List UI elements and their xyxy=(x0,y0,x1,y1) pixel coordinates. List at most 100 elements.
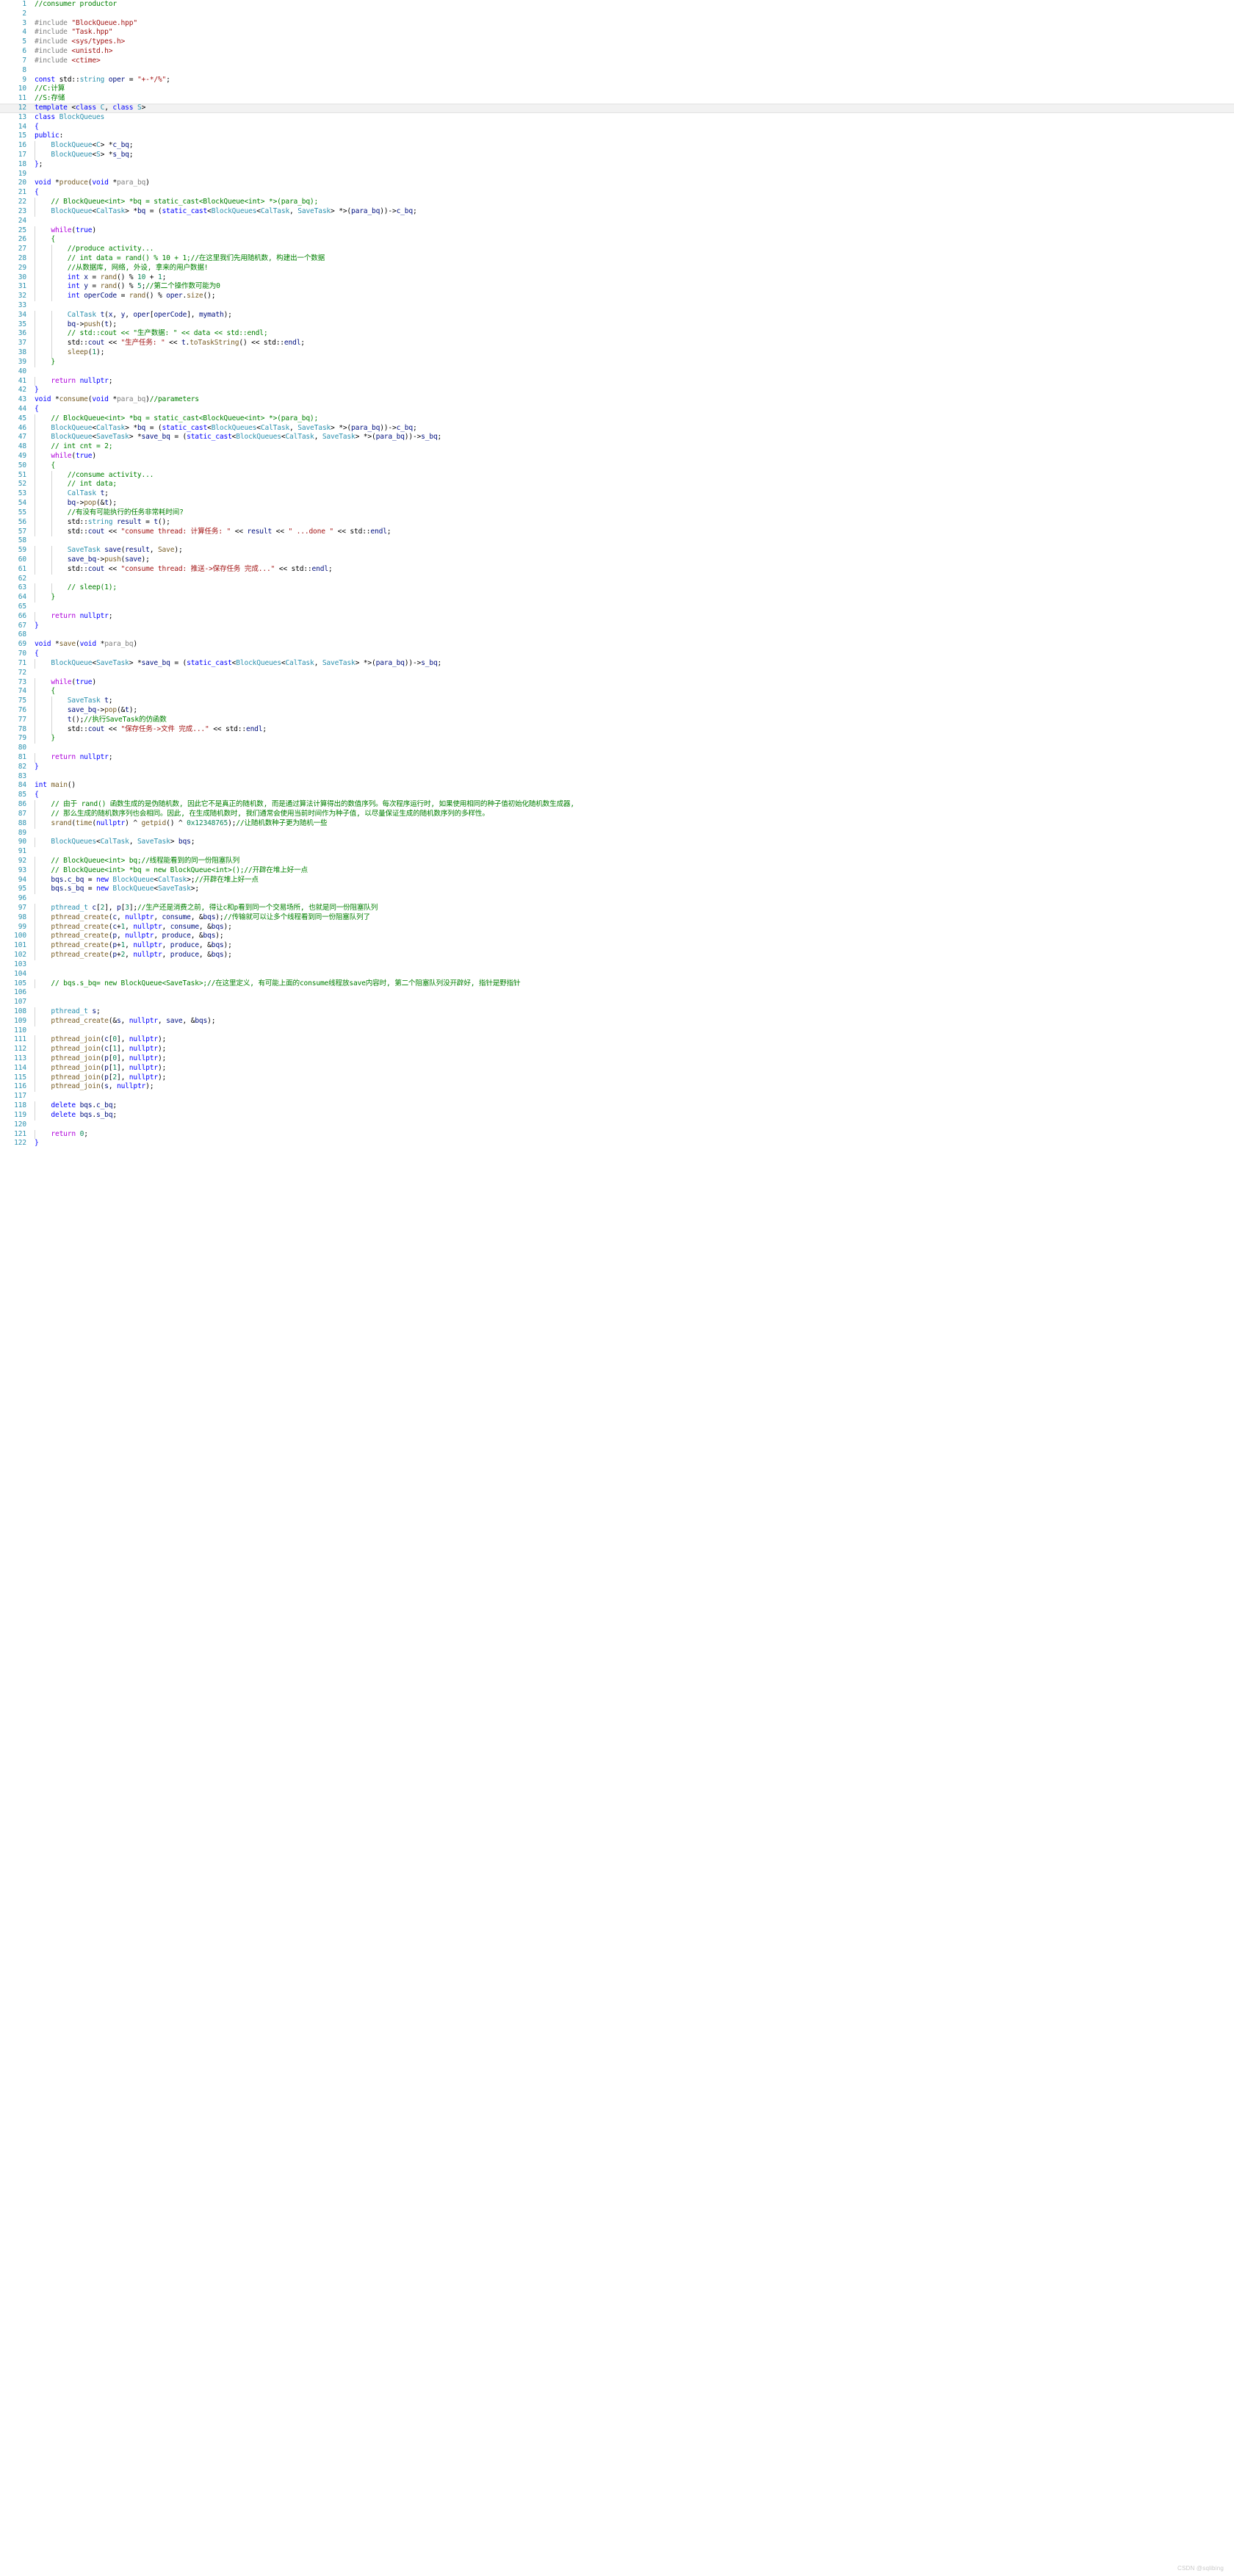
code-line[interactable]: 1 //consumer productor xyxy=(0,0,1234,10)
code-line[interactable]: 53 CalTask t; xyxy=(0,489,1234,500)
code-line[interactable]: 38 sleep(1); xyxy=(0,348,1234,358)
code-line[interactable]: 75 SaveTask t; xyxy=(0,697,1234,706)
code-line[interactable]: 45 // BlockQueue<int> *bq = static_cast<… xyxy=(0,414,1234,424)
code-line[interactable]: 14 { xyxy=(0,123,1234,132)
code-line[interactable]: 54 bq->pop(&t); xyxy=(0,499,1234,508)
code-line[interactable]: 111 pthread_join(c[0], nullptr); xyxy=(0,1035,1234,1046)
code-line[interactable]: 79 } xyxy=(0,734,1234,744)
code-line[interactable]: 96 xyxy=(0,894,1234,904)
code-line[interactable]: 114 pthread_join(p[1], nullptr); xyxy=(0,1063,1234,1073)
code-line[interactable]: 100 pthread_create(p, nullptr, produce, … xyxy=(0,932,1234,942)
code-line[interactable]: 120 xyxy=(0,1120,1234,1130)
code-line[interactable]: 15 public: xyxy=(0,132,1234,141)
code-line[interactable]: 115 pthread_join(p[2], nullptr); xyxy=(0,1073,1234,1083)
code-line[interactable]: 83 xyxy=(0,772,1234,782)
code-line[interactable]: 109 pthread_create(&s, nullptr, save, &b… xyxy=(0,1016,1234,1026)
code-line[interactable]: 37 std::cout << "生产任务: " << t.toTaskStri… xyxy=(0,339,1234,349)
code-editor[interactable]: 1 //consumer productor 2 3 #include "BlockQu… xyxy=(0,0,1234,1148)
code-line[interactable]: 8 xyxy=(0,66,1234,76)
code-line[interactable]: 17 BlockQueue<S> *s_bq; xyxy=(0,151,1234,160)
code-line[interactable]: 41 return nullptr; xyxy=(0,376,1234,386)
code-line[interactable]: 72 xyxy=(0,669,1234,678)
code-line[interactable]: 32 int operCode = rand() % oper.size(); xyxy=(0,292,1234,301)
code-line[interactable]: 43 void *consume(void *para_bq)//paramete… xyxy=(0,395,1234,405)
code-line[interactable]: 84 int main() xyxy=(0,781,1234,791)
code-line[interactable]: 77 t();//执行SaveTask的仿函数 xyxy=(0,715,1234,725)
code-line[interactable]: 56 std::string result = t(); xyxy=(0,517,1234,528)
code-line[interactable]: 46 BlockQueue<CalTask> *bq = (static_cas… xyxy=(0,423,1234,433)
code-line[interactable]: 74 { xyxy=(0,687,1234,697)
code-line[interactable]: 95 bqs.s_bq = new BlockQueue<SaveTask>; xyxy=(0,885,1234,895)
code-line[interactable]: 3 #include "BlockQueue.hpp" xyxy=(0,19,1234,29)
code-line[interactable]: 68 xyxy=(0,630,1234,640)
code-line[interactable]: 35 bq->push(t); xyxy=(0,320,1234,330)
code-line[interactable]: 29 //从数据库, 网络, 外设, 拿来的用户数据! xyxy=(0,263,1234,273)
code-line[interactable]: 31 int y = rand() % 5;//第二个操作数可能为0 xyxy=(0,282,1234,292)
code-line[interactable]: 110 xyxy=(0,1026,1234,1036)
code-line[interactable]: 65 xyxy=(0,602,1234,612)
code-line[interactable]: 9 const std::string oper = "+-*/%"; xyxy=(0,76,1234,85)
code-line[interactable]: 57 std::cout << "consume thread: 计算任务: "… xyxy=(0,527,1234,537)
code-line[interactable]: 63 // sleep(1); xyxy=(0,583,1234,594)
code-line[interactable]: 78 std::cout << "保存任务->文件 完成..." << std:… xyxy=(0,724,1234,735)
code-line[interactable]: 76 save_bq->pop(&t); xyxy=(0,705,1234,716)
code-line[interactable]: 99 pthread_create(c+1, nullptr, consume,… xyxy=(0,922,1234,932)
code-line[interactable]: 98 pthread_create(c, nullptr, consume, &… xyxy=(0,913,1234,923)
code-line[interactable]: 7 #include <ctime> xyxy=(0,57,1234,66)
code-line[interactable]: 73 while(true) xyxy=(0,677,1234,688)
code-line[interactable]: 44 { xyxy=(0,405,1234,414)
code-line[interactable]: 21 { xyxy=(0,188,1234,198)
code-line[interactable]: 82} xyxy=(0,763,1234,772)
code-line[interactable]: 59 SaveTask save(result, Save); xyxy=(0,546,1234,555)
code-line[interactable]: 22 // BlockQueue<int> *bq = static_cast<… xyxy=(0,198,1234,207)
code-line[interactable]: 6 #include <unistd.h> xyxy=(0,47,1234,57)
code-line[interactable]: 69 void *save(void *para_bq) xyxy=(0,640,1234,650)
code-line[interactable]: 67} xyxy=(0,622,1234,631)
code-line[interactable]: 119 delete bqs.s_bq; xyxy=(0,1110,1234,1120)
code-line[interactable]: 106 xyxy=(0,988,1234,998)
code-line[interactable]: 27 //produce activity... xyxy=(0,245,1234,254)
code-line[interactable]: 117 xyxy=(0,1092,1234,1101)
code-line[interactable]: 89 xyxy=(0,829,1234,838)
code-line[interactable]: 20 void *produce(void *para_bq) xyxy=(0,179,1234,188)
code-line[interactable]: 80 xyxy=(0,744,1234,753)
code-line[interactable]: 103 xyxy=(0,960,1234,970)
code-line[interactable]: 50 { xyxy=(0,461,1234,471)
code-line[interactable]: 58 xyxy=(0,536,1234,546)
code-line[interactable]: 104 xyxy=(0,970,1234,979)
code-line[interactable]: 24 xyxy=(0,217,1234,226)
code-line[interactable]: 16 BlockQueue<C> *c_bq; xyxy=(0,141,1234,151)
code-line[interactable]: 112 pthread_join(c[1], nullptr); xyxy=(0,1045,1234,1054)
code-line[interactable]: 18}; xyxy=(0,160,1234,170)
code-line[interactable]: 107 xyxy=(0,998,1234,1007)
code-line[interactable]: 28 // int data = rand() % 10 + 1;//在这里我们… xyxy=(0,253,1234,264)
code-line[interactable]: 101 pthread_create(p+1, nullptr, produce… xyxy=(0,941,1234,951)
code-line[interactable]: 40 xyxy=(0,367,1234,377)
code-line[interactable]: 122} xyxy=(0,1139,1234,1148)
code-line[interactable]: 55 //有没有可能执行的任务非常耗时间? xyxy=(0,508,1234,518)
code-line[interactable]: 90 BlockQueues<CalTask, SaveTask> bqs; xyxy=(0,838,1234,848)
code-line[interactable]: 93 // BlockQueue<int> *bq = new BlockQue… xyxy=(0,866,1234,876)
code-line[interactable]: 88 srand(time(nullptr) ^ getpid() ^ 0x12… xyxy=(0,819,1234,829)
code-line[interactable]: 87 // 那么生成的随机数序列也会相同。因此, 在生成随机数时, 我们通常会使… xyxy=(0,809,1234,819)
code-line[interactable]: 118 delete bqs.c_bq; xyxy=(0,1101,1234,1111)
code-line[interactable]: 113 pthread_join(p[0], nullptr); xyxy=(0,1054,1234,1064)
code-line[interactable]: 60 save_bq->push(save); xyxy=(0,555,1234,565)
code-line[interactable]: 49 while(true) xyxy=(0,452,1234,461)
code-line[interactable]: 94 bqs.c_bq = new BlockQueue<CalTask>;//… xyxy=(0,875,1234,885)
code-line[interactable]: 51 //consume activity... xyxy=(0,470,1234,481)
code-line[interactable]: 62 xyxy=(0,575,1234,584)
code-line[interactable]: 108 pthread_t s; xyxy=(0,1007,1234,1017)
code-line[interactable]: 13 class BlockQueues xyxy=(0,113,1234,123)
code-line[interactable]: 42} xyxy=(0,386,1234,395)
code-line[interactable]: 30 int x = rand() % 10 + 1; xyxy=(0,273,1234,283)
code-line[interactable]: 34 CalTask t(x, y, oper[operCode], mymat… xyxy=(0,310,1234,320)
code-line[interactable]: 33 xyxy=(0,301,1234,311)
code-line[interactable]: 64 } xyxy=(0,593,1234,602)
code-line[interactable]: 19 xyxy=(0,170,1234,179)
code-line[interactable]: 23 BlockQueue<CalTask> *bq = (static_cas… xyxy=(0,206,1234,217)
code-line[interactable]: 52 // int data; xyxy=(0,480,1234,490)
code-line[interactable]: 91 xyxy=(0,847,1234,857)
code-line[interactable]: 105 // bqs.s_bq= new BlockQueue<SaveTask… xyxy=(0,979,1234,989)
code-line[interactable]: 39 } xyxy=(0,357,1234,367)
